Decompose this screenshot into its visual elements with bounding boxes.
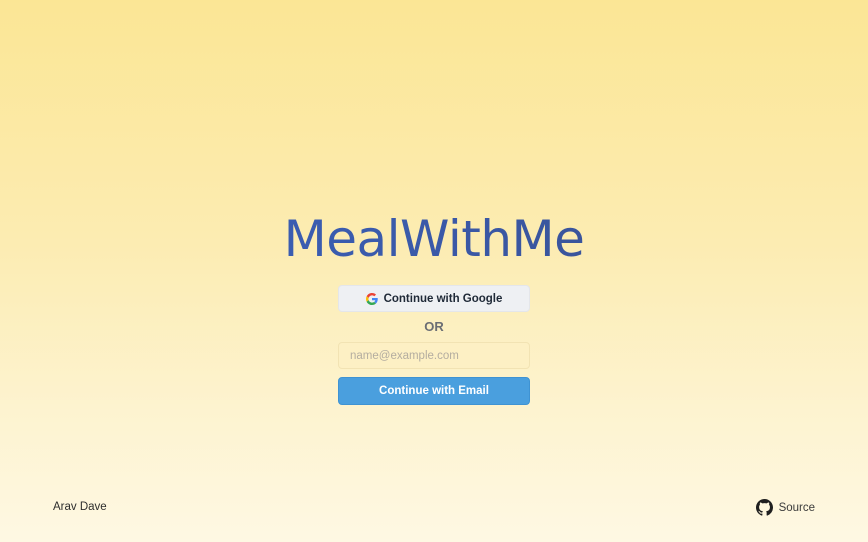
source-link[interactable]: Source [755,499,815,516]
github-icon [755,499,773,516]
author-name: Arav Dave [53,501,107,513]
email-input[interactable] [338,342,530,369]
continue-with-google-button[interactable]: Continue with Google [338,285,530,312]
app-title: MealWithMe [0,206,868,272]
google-button-label: Continue with Google [383,292,503,305]
source-link-label: Source [778,501,815,514]
or-divider: OR [424,319,444,334]
login-page: MealWithMe Continue with Google OR Conti… [0,0,868,542]
continue-with-email-button[interactable]: Continue with Email [338,377,530,405]
google-logo-icon [365,292,378,305]
